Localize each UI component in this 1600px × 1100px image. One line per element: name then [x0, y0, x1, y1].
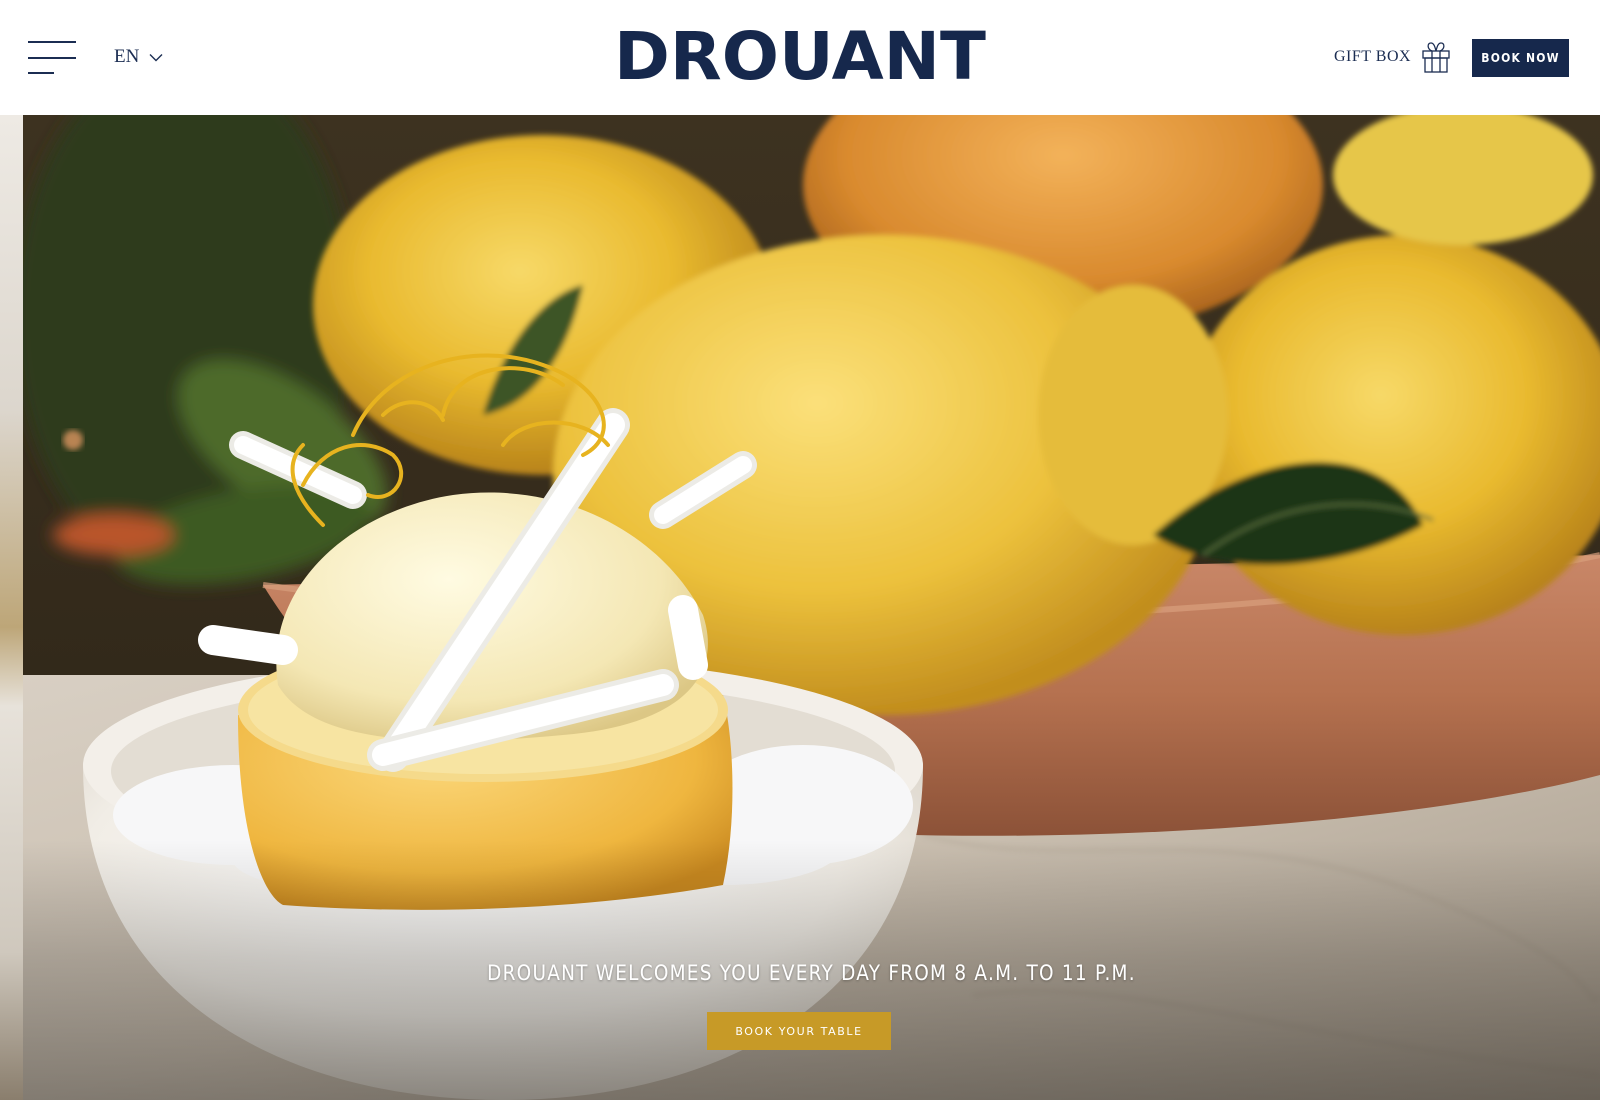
site-logo[interactable]: DROUANT [576, 24, 1025, 90]
menu-line [28, 72, 54, 74]
gift-box-link[interactable]: GIFT BOX [1334, 40, 1451, 74]
menu-line [28, 41, 76, 43]
hero-slider: DROUANT WELCOMES YOU EVERY DAY FROM 8 A.… [23, 115, 1600, 1100]
gift-box-label: GIFT BOX [1334, 48, 1412, 65]
menu-line [28, 57, 76, 59]
site-header: EN DROUANT GIFT BOX BOOK NOW [0, 0, 1600, 115]
book-now-button[interactable]: BOOK NOW [1472, 39, 1569, 77]
hero-caption: DROUANT WELCOMES YOU EVERY DAY FROM 8 A.… [487, 961, 1136, 985]
previous-slide-peek[interactable] [0, 115, 23, 1100]
language-label: EN [114, 46, 140, 67]
hamburger-menu-icon[interactable] [28, 38, 76, 76]
language-selector[interactable]: EN [114, 44, 163, 70]
chevron-down-icon [149, 53, 163, 61]
gift-icon [1422, 42, 1450, 73]
book-your-table-button[interactable]: BOOK YOUR TABLE [707, 1012, 891, 1050]
